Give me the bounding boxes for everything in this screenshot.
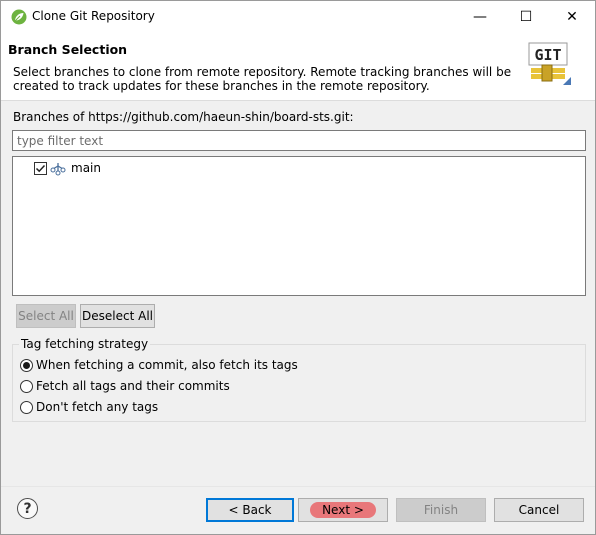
deselect-all-button[interactable]: Deselect All bbox=[80, 304, 155, 328]
cancel-button[interactable]: Cancel bbox=[494, 498, 584, 522]
select-all-button[interactable]: Select All bbox=[16, 304, 76, 328]
filter-input[interactable] bbox=[12, 130, 586, 151]
page-description: Select branches to clone from remote rep… bbox=[13, 65, 512, 93]
next-button-label: Next > bbox=[310, 502, 376, 518]
branches-label: Branches of https://github.com/haeun-shi… bbox=[13, 110, 354, 124]
minimize-icon: — bbox=[473, 8, 487, 25]
radio-unselected-icon[interactable] bbox=[20, 400, 33, 414]
branch-tree[interactable]: main bbox=[12, 156, 586, 296]
help-icon: ? bbox=[23, 500, 32, 517]
checkmark-icon bbox=[35, 164, 46, 172]
maximize-button[interactable]: ☐ bbox=[503, 1, 549, 32]
radio-unselected-icon[interactable] bbox=[20, 379, 33, 393]
page-title: Branch Selection bbox=[8, 42, 128, 57]
wizard-header: Branch Selection Select branches to clon… bbox=[1, 32, 595, 101]
back-button[interactable]: < Back bbox=[206, 498, 294, 522]
clone-git-dialog: Clone Git Repository — ☐ ✕ Branch Select… bbox=[0, 0, 596, 535]
next-button[interactable]: Next > bbox=[298, 498, 388, 522]
maximize-icon: ☐ bbox=[519, 8, 533, 25]
branch-label: main bbox=[71, 161, 101, 175]
footer-divider bbox=[1, 486, 595, 487]
minimize-button[interactable]: — bbox=[457, 1, 503, 32]
svg-text:GIT: GIT bbox=[534, 46, 561, 64]
git-logo-icon: GIT bbox=[528, 42, 571, 85]
close-button[interactable]: ✕ bbox=[549, 1, 595, 32]
spring-leaf-icon bbox=[11, 9, 27, 25]
close-icon: ✕ bbox=[566, 8, 578, 25]
branch-checkbox[interactable] bbox=[34, 161, 47, 175]
tag-option-no-tags[interactable]: Don't fetch any tags bbox=[20, 400, 158, 414]
help-button[interactable]: ? bbox=[17, 498, 38, 519]
title-bar: Clone Git Repository — ☐ ✕ bbox=[1, 1, 595, 32]
branch-icon bbox=[50, 163, 66, 176]
tag-strategy-title: Tag fetching strategy bbox=[19, 337, 151, 351]
radio-selected-icon[interactable] bbox=[20, 358, 33, 372]
tag-option-fetch-with-commit[interactable]: When fetching a commit, also fetch its t… bbox=[20, 358, 298, 372]
finish-button[interactable]: Finish bbox=[396, 498, 486, 522]
tag-option-label: Fetch all tags and their commits bbox=[36, 379, 230, 393]
tag-option-label: When fetching a commit, also fetch its t… bbox=[36, 358, 298, 372]
tag-option-fetch-all[interactable]: Fetch all tags and their commits bbox=[20, 379, 230, 393]
window-title: Clone Git Repository bbox=[32, 9, 155, 23]
branch-row-main[interactable]: main bbox=[34, 159, 101, 177]
tag-option-label: Don't fetch any tags bbox=[36, 400, 159, 414]
